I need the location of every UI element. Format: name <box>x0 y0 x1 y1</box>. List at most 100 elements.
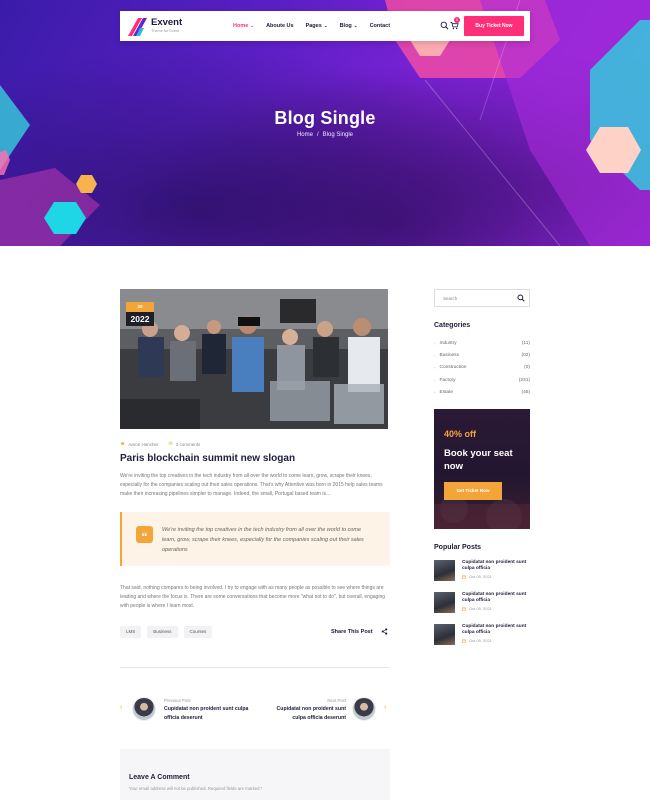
post-date-year: 2022 <box>126 312 154 326</box>
nav-item-label: Aboute Us <box>266 23 294 29</box>
blockquote: “ We're inviting the top creatives in th… <box>120 512 390 566</box>
popular-post-date-text: Oct 09, 2021 <box>469 606 492 611</box>
chevron-right-icon: › <box>434 390 436 396</box>
conference-photo <box>120 289 388 429</box>
category-item[interactable]: › Estate (45) <box>434 387 530 399</box>
promo-headline: Book your seat now <box>444 448 513 472</box>
category-item[interactable]: › Construction (0) <box>434 362 530 374</box>
site-logo[interactable]: Exvent Theme for Event <box>126 15 186 37</box>
chevron-down-icon: ⌄ <box>323 23 328 28</box>
comment-form: Leave A Comment Your email address will … <box>120 749 390 800</box>
main-nav: Home ⌄ Aboute Us Pages ⌄ Blog ⌄ Contact <box>233 11 402 41</box>
logo-mark-icon <box>128 18 147 36</box>
tag-courses[interactable]: Courses <box>183 626 213 638</box>
previous-post-thumbnail[interactable] <box>132 697 156 721</box>
breadcrumb-separator: / <box>316 132 319 138</box>
previous-post-title[interactable]: Cupidatat non proident sunt culpa offici… <box>164 705 250 723</box>
chevron-down-icon: ⌄ <box>353 23 358 28</box>
nav-item-home[interactable]: Home ⌄ <box>233 23 254 29</box>
category-count: (02) <box>521 353 530 359</box>
promo-discount: 40% off <box>444 429 477 439</box>
popular-post-date: Oct 09, 2021 <box>462 574 492 579</box>
search-icon[interactable] <box>440 21 449 30</box>
nav-item-label: Blog <box>339 23 352 29</box>
nav-item-pages[interactable]: Pages ⌄ <box>306 23 328 29</box>
popular-post-date: Oct 09, 2021 <box>462 606 492 611</box>
calendar-icon <box>462 607 466 611</box>
popular-post-thumbnail <box>434 624 455 645</box>
popular-post-item[interactable]: Cupidatat non proident sunt culpa offici… <box>434 560 530 582</box>
tag-business[interactable]: Business <box>147 626 178 638</box>
post-body: That said, nothing compares to being inv… <box>120 585 386 609</box>
share-label: Share This Post <box>331 628 373 635</box>
quote-icon: “ <box>136 526 153 543</box>
get-ticket-button[interactable]: Get Ticket Now <box>444 482 502 500</box>
share-icon[interactable] <box>381 628 388 635</box>
category-count: (11) <box>521 340 530 346</box>
popular-post-date: Oct 09, 2021 <box>462 638 492 643</box>
category-count: (231) <box>518 377 530 383</box>
chevron-right-icon: › <box>434 353 436 359</box>
calendar-icon <box>462 575 466 579</box>
popular-post-thumbnail <box>434 560 455 581</box>
previous-arrow-icon[interactable]: ‹ <box>120 704 122 711</box>
nav-item-contact[interactable]: Contact <box>370 23 390 29</box>
cart-count-badge: 0 <box>454 17 460 23</box>
promo-banner: 40% off Book your seat now Get Ticket No… <box>434 409 530 529</box>
next-arrow-icon[interactable]: › <box>384 704 386 711</box>
popular-post-title: Cupidatat non proident sunt culpa offici… <box>462 560 527 571</box>
search-icon[interactable] <box>517 294 525 302</box>
previous-post-label: Previous Post <box>164 698 191 703</box>
comment-form-title: Leave A Comment <box>129 774 190 781</box>
category-item[interactable]: › Industry (11) <box>434 337 530 349</box>
category-name: Business <box>439 353 459 359</box>
post-title: Paris blockchain summit new slogan <box>120 453 296 464</box>
page-title: Blog Single <box>274 108 376 128</box>
post-date-day: 20 <box>126 302 154 312</box>
popular-post-item[interactable]: Cupidatat non proident sunt culpa offici… <box>434 592 530 614</box>
comment-icon: ✉ <box>168 441 173 447</box>
nav-item-blog[interactable]: Blog ⌄ <box>340 23 358 29</box>
buy-ticket-button[interactable]: Buy Ticket Now <box>464 16 524 36</box>
divider <box>120 667 390 668</box>
share-post: Share This Post <box>331 628 388 635</box>
category-name: Construction <box>439 365 467 371</box>
nav-item-about[interactable]: Aboute Us <box>266 23 294 29</box>
next-post-thumbnail[interactable] <box>352 697 376 721</box>
popular-post-title: Cupidatat non proident sunt culpa offici… <box>462 624 527 635</box>
next-post-title[interactable]: Cupidatat non proident sunt culpa offici… <box>262 705 346 723</box>
popular-post-item[interactable]: Cupidatat non proident sunt culpa offici… <box>434 624 530 646</box>
post-author[interactable]: Aaron Hancher <box>128 442 158 447</box>
popular-post-date-text: Oct 09, 2021 <box>469 638 492 643</box>
tag-lms[interactable]: LMS <box>120 626 142 638</box>
post-comments-count[interactable]: 3 comments <box>176 442 201 447</box>
popular-posts-title: Popular Posts <box>434 544 482 551</box>
blockquote-text: We're inviting the top creatives in the … <box>162 527 364 553</box>
next-post-label: Next Post <box>327 698 346 703</box>
calendar-icon <box>462 639 466 643</box>
categories-title: Categories <box>434 322 471 329</box>
category-item[interactable]: › Business (02) <box>434 349 530 361</box>
nav-item-label: Contact <box>369 23 391 29</box>
category-item[interactable]: › Factory (231) <box>434 374 530 386</box>
chevron-down-icon: ⌄ <box>250 23 255 28</box>
nav-item-label: Pages <box>305 23 322 29</box>
user-icon: ☻ <box>120 441 126 447</box>
breadcrumb-current: Blog Single <box>322 132 354 138</box>
post-intro: We're inviting the top creatives in the … <box>120 473 383 497</box>
post-featured-image <box>120 289 388 429</box>
chevron-right-icon: › <box>434 377 436 383</box>
header-navbar: Exvent Theme for Event Home ⌄ Aboute Us P… <box>120 11 530 41</box>
popular-post-thumbnail <box>434 592 455 613</box>
search-input[interactable] <box>435 290 513 306</box>
sidebar-search <box>434 289 530 307</box>
logo-name: Exvent <box>151 17 183 28</box>
breadcrumb-home-link[interactable]: Home <box>297 132 313 138</box>
category-name: Factory <box>439 377 456 383</box>
chevron-right-icon: › <box>434 365 436 371</box>
category-name: Industry <box>439 340 457 346</box>
popular-post-date-text: Oct 09, 2021 <box>469 574 492 579</box>
category-count: (45) <box>521 390 530 396</box>
post-tags: LMS Business Courses <box>120 626 218 638</box>
nav-item-label: Home <box>233 23 249 29</box>
